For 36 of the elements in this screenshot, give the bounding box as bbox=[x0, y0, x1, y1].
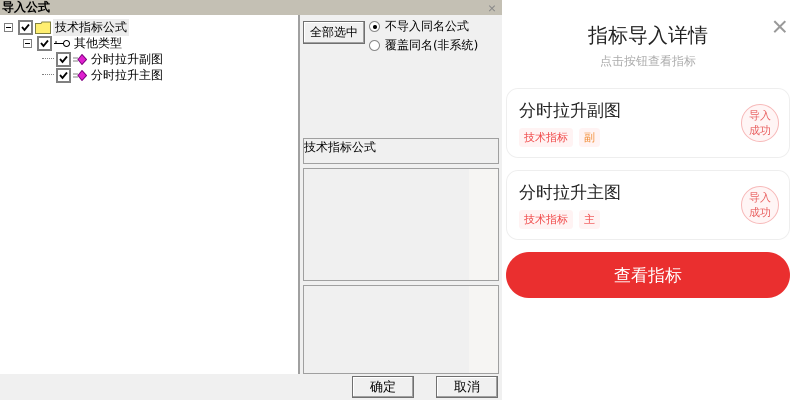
checkbox[interactable] bbox=[37, 36, 52, 50]
name-field[interactable]: 技术指标公式 bbox=[303, 138, 499, 164]
tree-item[interactable]: 技术指标公式 bbox=[53, 18, 129, 36]
folder-icon bbox=[35, 20, 51, 34]
checkbox[interactable] bbox=[56, 68, 71, 82]
tag: 主 bbox=[579, 210, 600, 229]
indicator-name: 分时拉升副图 bbox=[519, 100, 621, 122]
collapse-toggle[interactable] bbox=[23, 37, 35, 49]
radio-button[interactable] bbox=[369, 40, 380, 51]
checkbox[interactable] bbox=[18, 20, 33, 34]
view-button[interactable]: 查看指标 bbox=[506, 252, 790, 298]
status-stamp: 导入成功 bbox=[741, 104, 779, 142]
ok-button[interactable]: 确定 bbox=[352, 376, 414, 398]
panel-subtitle: 点击按钮查看指标 bbox=[600, 53, 696, 70]
select-all-button[interactable]: 全部选中 bbox=[303, 21, 365, 44]
tree-item[interactable]: 其他类型 bbox=[72, 34, 124, 52]
tree-item[interactable]: 分时拉升主图 bbox=[89, 66, 165, 84]
radio-button[interactable] bbox=[369, 21, 380, 32]
tag: 技术指标 bbox=[519, 210, 573, 229]
diamond-icon bbox=[73, 70, 87, 80]
radio-label[interactable]: 不导入同名公式 bbox=[385, 18, 469, 35]
tag: 技术指标 bbox=[519, 128, 573, 147]
checkmark-icon bbox=[40, 38, 49, 48]
checkbox[interactable] bbox=[56, 52, 71, 66]
tree-item[interactable]: 分时拉升副图 bbox=[89, 50, 165, 68]
status-stamp: 导入成功 bbox=[741, 186, 779, 224]
tag: 副 bbox=[579, 128, 600, 147]
key-icon bbox=[54, 38, 70, 48]
radio-label[interactable]: 覆盖同名(非系统) bbox=[385, 37, 478, 54]
checkmark-icon bbox=[21, 22, 30, 32]
indicator-name: 分时拉升主图 bbox=[519, 182, 621, 204]
cancel-button[interactable]: 取消 bbox=[436, 376, 498, 398]
diamond-icon bbox=[73, 54, 87, 64]
window-title: 导入公式 bbox=[1, 0, 50, 16]
collapse-toggle[interactable] bbox=[4, 21, 16, 33]
panel-title: 指标导入详情 bbox=[588, 22, 708, 49]
